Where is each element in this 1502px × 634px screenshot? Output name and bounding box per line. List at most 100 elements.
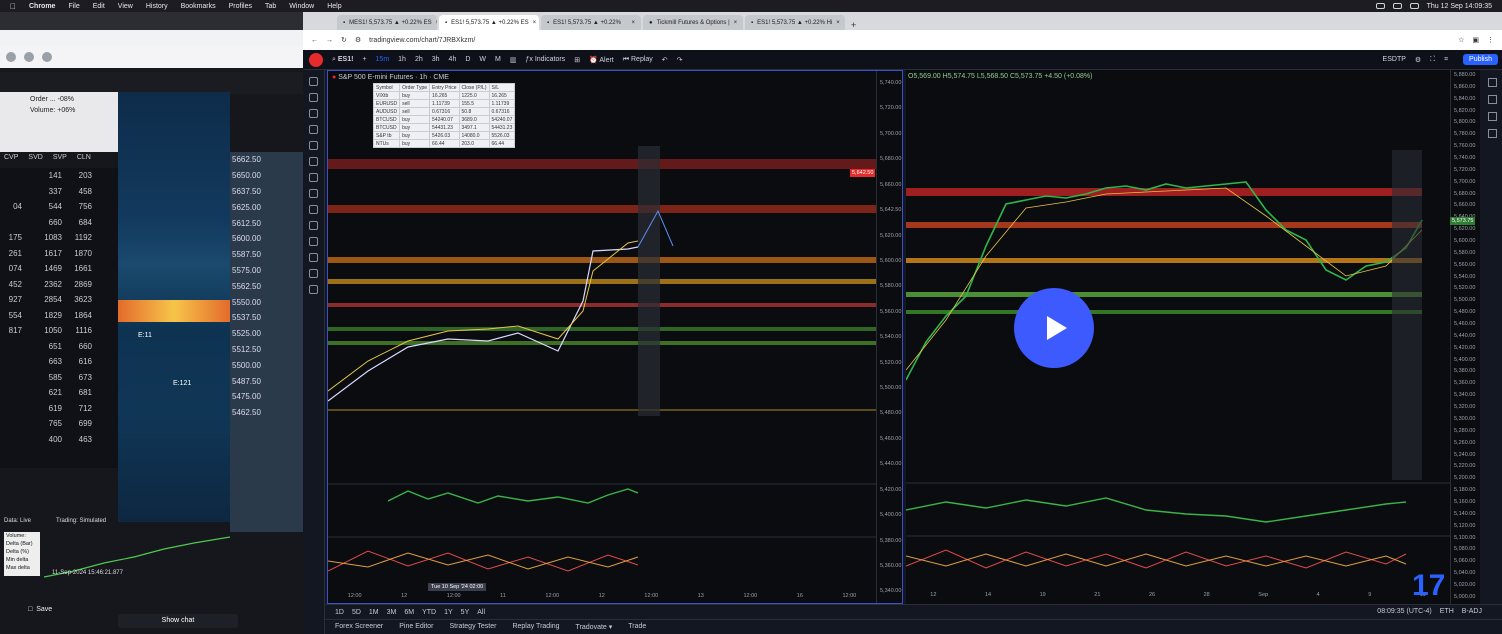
zoom-icon[interactable] xyxy=(309,221,318,230)
interval-15m[interactable]: 15m xyxy=(376,56,390,63)
chart-type-icon[interactable]: ▥ xyxy=(510,56,517,64)
left-window-urlbar[interactable] xyxy=(0,30,303,46)
show-chat-button[interactable]: Show chat xyxy=(118,614,238,628)
settings-icon[interactable]: ⚙ xyxy=(1415,56,1421,64)
menu-history[interactable]: History xyxy=(146,3,168,10)
tab-5[interactable]: ▪ ES1! 5,573.75 ▲ +0.22% Hi × xyxy=(745,15,845,30)
bottom-tab[interactable]: Forex Screener xyxy=(335,623,383,630)
close-icon[interactable]: × xyxy=(533,20,537,26)
menu-file[interactable]: File xyxy=(68,3,79,10)
period-1d[interactable]: 1D xyxy=(335,609,344,616)
period-all[interactable]: All xyxy=(477,609,485,616)
menu-view[interactable]: View xyxy=(118,3,133,10)
close-icon[interactable]: × xyxy=(631,20,635,26)
watchlist-icon[interactable] xyxy=(1488,78,1497,87)
forward-icon[interactable]: → xyxy=(326,37,333,44)
period-3m[interactable]: 3M xyxy=(387,609,397,616)
lock-icon[interactable] xyxy=(309,253,318,262)
camera-icon[interactable] xyxy=(24,52,34,62)
utc-clock[interactable]: 08:09:35 (UTC-4) xyxy=(1377,608,1431,615)
session-toggle[interactable]: ETH xyxy=(1440,608,1454,615)
tab-2[interactable]: ▪ ES1! 5,573.75 ▲ +0.22% ES × xyxy=(439,15,539,30)
trendline-icon[interactable] xyxy=(309,93,318,102)
adjust-toggle[interactable]: B-ADJ xyxy=(1462,608,1482,615)
cursor-icon[interactable] xyxy=(309,77,318,86)
new-tab-button[interactable]: + xyxy=(847,20,860,30)
user-avatar[interactable] xyxy=(309,52,323,67)
tab-1[interactable]: ▪MES1! 5,573.75 ▲ +0.22% ES× xyxy=(337,15,437,30)
back-icon[interactable]: ← xyxy=(311,37,318,44)
layout-name[interactable]: ESDTP xyxy=(1383,56,1406,63)
interval-m[interactable]: M xyxy=(495,56,501,63)
interval-d[interactable]: D xyxy=(465,56,470,63)
chat-icon[interactable] xyxy=(1488,129,1497,138)
period-1m[interactable]: 1M xyxy=(369,609,379,616)
text-icon[interactable] xyxy=(309,173,318,182)
site-info-icon[interactable]: ⚙ xyxy=(355,36,361,44)
menu-bookmarks[interactable]: Bookmarks xyxy=(181,3,216,10)
menu-profiles[interactable]: Profiles xyxy=(229,3,252,10)
close-icon[interactable]: × xyxy=(836,20,840,26)
menu-help[interactable]: Help xyxy=(327,3,341,10)
left-time-axis[interactable]: 12:00 12 12:00 11 12:00 12 12:00 13 12:00 16 12:00 xyxy=(328,593,876,603)
interval-4h[interactable]: 4h xyxy=(449,56,457,63)
right-price-axis[interactable]: 5,880.00 5,860.00 5,840.00 5,820.00 5,800.00… xyxy=(1450,70,1480,604)
layouts-icon[interactable]: ⊞ xyxy=(574,56,580,64)
ruler-icon[interactable] xyxy=(309,205,318,214)
interval-w[interactable]: W xyxy=(479,56,486,63)
apple-icon[interactable]:  xyxy=(10,2,16,11)
fib-icon[interactable] xyxy=(309,109,318,118)
close-icon[interactable]: × xyxy=(436,20,437,26)
emoji-icon[interactable] xyxy=(309,189,318,198)
video-play-button[interactable] xyxy=(1014,288,1094,368)
period-5d[interactable]: 5D xyxy=(352,609,361,616)
menu-tab[interactable]: Tab xyxy=(265,3,276,10)
shapes-icon[interactable] xyxy=(309,157,318,166)
chart-pane-left[interactable]: ● S&P 500 E-mini Futures · 1h · CME Symb… xyxy=(327,70,903,604)
period-6m[interactable]: 6M xyxy=(404,609,414,616)
menu-dots-icon[interactable]: ⋮ xyxy=(1487,36,1494,44)
wifi-icon[interactable] xyxy=(1392,3,1402,9)
bottom-tab[interactable]: Pine Editor xyxy=(399,623,433,630)
interval-1h[interactable]: 1h xyxy=(398,56,406,63)
redo-icon[interactable]: ↷ xyxy=(677,56,683,64)
reload-icon[interactable]: ↻ xyxy=(341,36,347,44)
interval-2h[interactable]: 2h xyxy=(415,56,423,63)
url-field[interactable]: tradingview.com/chart/7JRBXkzm/ xyxy=(369,37,475,44)
compare-icon[interactable]: + xyxy=(362,56,366,63)
close-icon[interactable]: × xyxy=(734,20,738,26)
bookmark-star-icon[interactable]: ☆ xyxy=(1458,36,1464,44)
mic-icon[interactable] xyxy=(6,52,16,62)
period-1y[interactable]: 1Y xyxy=(444,609,453,616)
app-name[interactable]: Chrome xyxy=(29,3,55,10)
bottom-tab[interactable]: Strategy Tester xyxy=(450,623,497,630)
undo-icon[interactable]: ↶ xyxy=(662,56,668,64)
replay-button[interactable]: ⏮ Replay xyxy=(623,56,653,64)
period-5y[interactable]: 5Y xyxy=(461,609,470,616)
bottom-tab[interactable]: Trade xyxy=(628,623,646,630)
right-time-axis[interactable]: 12 14 19 21 26 28 Sep 4 9 11 xyxy=(906,592,1450,604)
battery-icon[interactable] xyxy=(1375,3,1385,9)
tab-3[interactable]: ▪ ES1! 5,573.75 ▲ +0.22% × xyxy=(541,15,641,30)
bottom-tab[interactable]: Tradovate ▾ xyxy=(576,623,613,631)
menubar-clock[interactable]: Thu 12 Sep 14:09:35 xyxy=(1427,3,1492,10)
indicators-button[interactable]: ƒx Indicators xyxy=(525,56,565,63)
left-price-axis[interactable]: 5,740.00 5,720.00 5,700.00 5,680.00 5,660.00… xyxy=(876,71,902,603)
menu-window[interactable]: Window xyxy=(289,3,314,10)
bottom-tab[interactable]: Replay Trading xyxy=(512,623,559,630)
calendar-icon[interactable] xyxy=(1488,112,1497,121)
snapshot-icon[interactable]: ⌗ xyxy=(1444,56,1448,64)
share-icon[interactable] xyxy=(42,52,52,62)
chart-pane-right[interactable]: O5,569.00 H5,574.75 L5,568.50 C5,573.75 … xyxy=(906,70,1480,604)
menu-edit[interactable]: Edit xyxy=(93,3,105,10)
symbol-search[interactable]: ⌕ ES1! xyxy=(332,56,353,64)
save-button[interactable]: □ Save xyxy=(28,606,52,613)
prediction-icon[interactable] xyxy=(309,141,318,150)
fullscreen-icon[interactable]: ⛶ xyxy=(1430,56,1435,64)
eye-icon[interactable] xyxy=(309,269,318,278)
extensions-icon[interactable]: ▣ xyxy=(1472,36,1479,44)
period-ytd[interactable]: YTD xyxy=(422,609,436,616)
publish-button[interactable]: Publish xyxy=(1463,54,1498,65)
tab-4[interactable]: ● Tickmill Futures & Options | × xyxy=(643,15,743,30)
interval-3h[interactable]: 3h xyxy=(432,56,440,63)
